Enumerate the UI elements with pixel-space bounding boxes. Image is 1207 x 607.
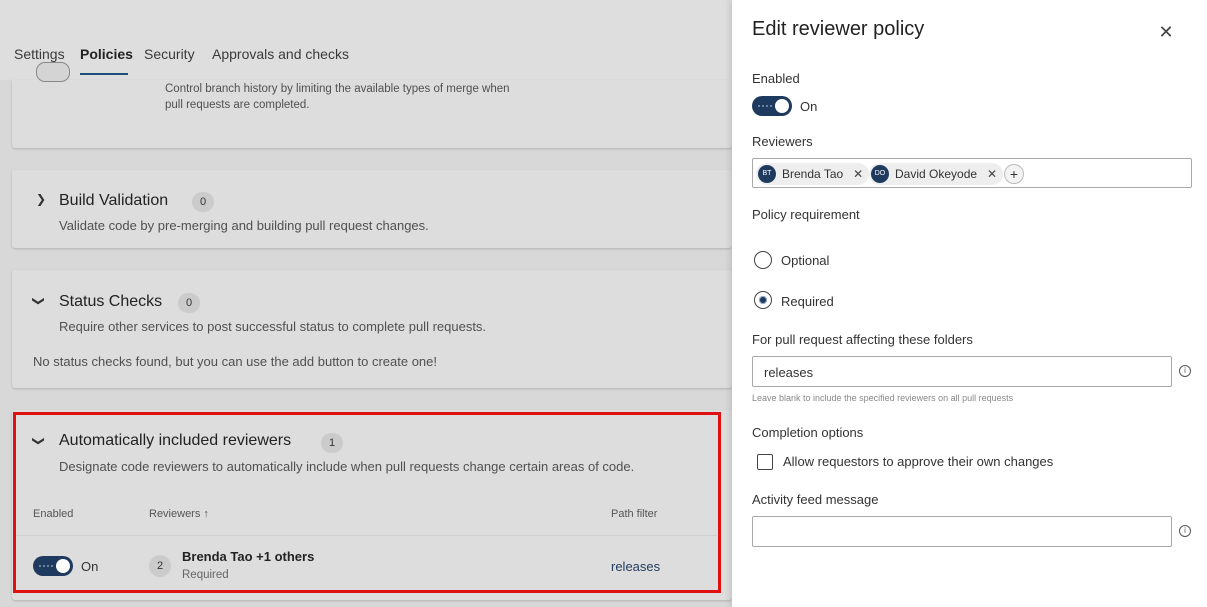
avatar: DO (871, 165, 889, 183)
status-checks-card: ❯ Status Checks 0 Require other services… (12, 270, 732, 388)
chevron-right-icon[interactable]: ❯ (36, 192, 46, 206)
policies-page: Settings Policies Security Approvals and… (0, 0, 732, 607)
reviewers-picker[interactable]: BT Brenda Tao ✕ DO David Okeyode ✕ + (752, 158, 1192, 188)
folders-input-value: releases (764, 365, 814, 380)
active-tab-indicator (80, 73, 128, 75)
reviewers-label: Reviewers (752, 134, 813, 149)
folders-helper-text: Leave blank to include the specified rev… (752, 393, 1014, 403)
policy-requirement-label: Policy requirement (752, 207, 860, 222)
build-validation-desc: Validate code by pre-merging and buildin… (59, 218, 429, 233)
merge-type-card: Control branch history by limiting the a… (12, 80, 732, 148)
reviewer-name: Brenda Tao (782, 167, 844, 181)
remove-reviewer-icon[interactable]: ✕ (853, 167, 863, 181)
build-validation-count: 0 (192, 192, 214, 212)
allow-self-approve-label[interactable]: Allow requestors to approve their own ch… (783, 454, 1053, 469)
folders-input[interactable]: releases (752, 356, 1172, 387)
info-icon[interactable]: i (1179, 365, 1191, 377)
merge-type-toggle[interactable] (36, 62, 70, 82)
status-checks-empty: No status checks found, but you can use … (33, 354, 437, 369)
avatar: BT (758, 165, 776, 183)
status-checks-count: 0 (178, 293, 200, 313)
reviewer-chip: DO David Okeyode ✕ (869, 163, 1004, 185)
close-icon[interactable]: ✕ (1156, 22, 1176, 42)
remove-reviewer-icon[interactable]: ✕ (987, 167, 997, 181)
panel-title: Edit reviewer policy (752, 18, 925, 40)
completion-options-label: Completion options (752, 425, 864, 440)
add-reviewer-icon[interactable]: + (1004, 164, 1024, 184)
policy-enabled-toggle[interactable] (752, 96, 792, 116)
tab-settings[interactable]: Settings (14, 46, 65, 62)
build-validation-card[interactable]: ❯ Build Validation 0 Validate code by pr… (12, 170, 732, 248)
folders-label: For pull request affecting these folders (752, 332, 973, 347)
policy-enabled-state: On (800, 99, 818, 114)
reviewer-name: David Okeyode (895, 167, 978, 181)
merge-type-desc-1: Control branch history by limiting the a… (165, 83, 510, 95)
highlight-box (13, 412, 721, 593)
status-checks-title: Status Checks (59, 293, 163, 310)
tab-approvals-and-checks[interactable]: Approvals and checks (212, 46, 349, 62)
merge-type-desc-2: pull requests are completed. (165, 99, 310, 111)
status-checks-desc: Require other services to post successfu… (59, 319, 487, 334)
required-radio-label[interactable]: Required (781, 294, 834, 309)
activity-feed-label: Activity feed message (752, 492, 879, 507)
info-icon[interactable]: i (1179, 525, 1191, 537)
enabled-label: Enabled (752, 71, 800, 86)
activity-feed-input[interactable] (752, 516, 1172, 547)
chevron-down-icon[interactable]: ❯ (32, 296, 46, 306)
edit-reviewer-policy-panel: Edit reviewer policy ✕ Enabled On Review… (732, 0, 1207, 607)
tab-bar: Settings Policies Security Approvals and… (0, 0, 732, 80)
optional-radio[interactable] (754, 251, 772, 269)
optional-radio-label[interactable]: Optional (781, 253, 829, 268)
tab-security[interactable]: Security (144, 46, 195, 62)
reviewer-chip: BT Brenda Tao ✕ (756, 163, 870, 185)
tab-policies[interactable]: Policies (80, 46, 133, 62)
required-radio[interactable] (754, 291, 772, 309)
build-validation-title: Build Validation (59, 192, 169, 209)
allow-self-approve-checkbox[interactable] (757, 454, 773, 470)
